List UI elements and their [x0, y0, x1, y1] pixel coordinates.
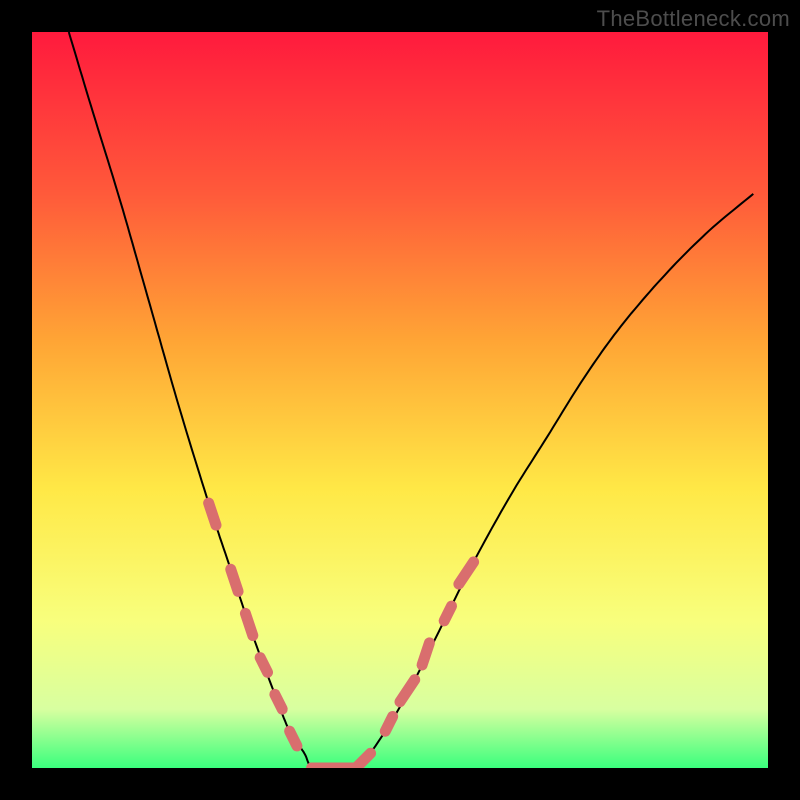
- watermark-text: TheBottleneck.com: [597, 6, 790, 32]
- dash-segment: [444, 606, 451, 621]
- bottleneck-chart: [32, 32, 768, 768]
- dash-segment: [422, 643, 429, 665]
- plot-area: [32, 32, 768, 768]
- chart-frame: TheBottleneck.com: [0, 0, 800, 800]
- dash-segment: [290, 731, 297, 746]
- dash-segment: [385, 716, 392, 731]
- dash-segment: [275, 694, 282, 709]
- dash-segment: [245, 613, 252, 635]
- gradient-bg: [32, 32, 768, 768]
- dash-segment: [260, 658, 267, 673]
- dash-segment: [209, 503, 216, 525]
- dash-segment: [231, 569, 238, 591]
